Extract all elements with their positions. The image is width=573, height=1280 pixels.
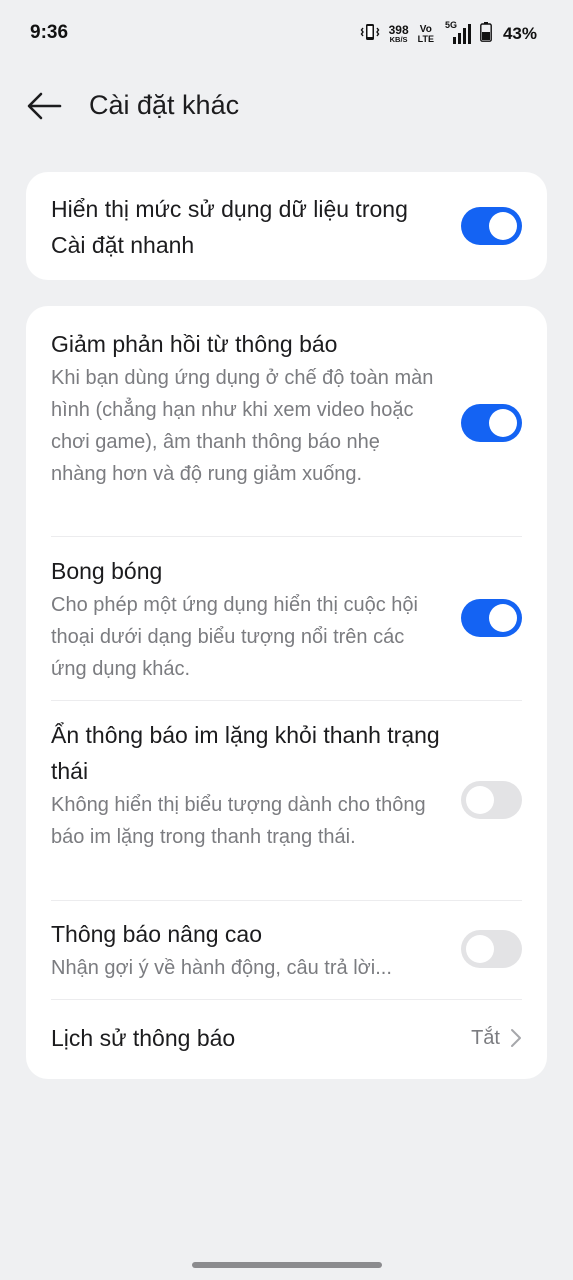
- setting-bubbles-title: Bong bóng: [51, 558, 163, 584]
- setting-bubbles[interactable]: Bong bóng Cho phép một ứng dụng hiển thị…: [51, 553, 522, 685]
- status-bar: 9:36 398 KB/S Vo LTE 5G 43%: [0, 0, 573, 68]
- divider: [51, 700, 522, 701]
- vibrate-icon: [360, 22, 380, 47]
- status-time: 9:36: [30, 22, 69, 43]
- toggle-knob: [489, 409, 517, 437]
- toggle-knob: [466, 935, 494, 963]
- volte-indicator: Vo LTE: [417, 23, 434, 44]
- quick-settings-card: Hiển thị mức sử dụng dữ liệu trong Cài đ…: [26, 172, 547, 280]
- divider: [51, 900, 522, 901]
- page-title: Cài đặt khác: [89, 90, 240, 120]
- back-button[interactable]: [22, 86, 66, 126]
- divider: [51, 999, 522, 1000]
- setting-enhanced-title: Thông báo nâng cao: [51, 921, 263, 947]
- home-indicator[interactable]: [192, 1262, 382, 1268]
- divider: [51, 536, 522, 537]
- setting-reduce-feedback[interactable]: Giảm phản hồi từ thông báo Khi bạn dùng …: [51, 326, 522, 522]
- status-icons: 398 KB/S Vo LTE 5G 43%: [360, 20, 537, 48]
- enhanced-toggle[interactable]: [461, 930, 522, 968]
- header: Cài đặt khác: [0, 76, 573, 138]
- history-value: Tắt: [471, 1026, 500, 1049]
- chevron-right-icon: [511, 1029, 521, 1047]
- bubbles-toggle[interactable]: [461, 599, 522, 637]
- setting-hide-silent-title: Ẩn thông báo im lặng khỏi thanh trạng th…: [51, 722, 440, 784]
- setting-history-title: Lịch sử thông báo: [51, 1025, 236, 1051]
- setting-hide-silent-desc: Không hiển thị biểu tượng dành cho thông…: [51, 794, 426, 848]
- data-usage-toggle[interactable]: [461, 207, 522, 245]
- reduce-feedback-toggle[interactable]: [461, 404, 522, 442]
- hide-silent-toggle[interactable]: [461, 781, 522, 819]
- toggle-knob: [489, 604, 517, 632]
- net-speed: 398 KB/S: [388, 23, 409, 45]
- setting-reduce-feedback-desc: Khi bạn dùng ứng dụng ở chế độ toàn màn …: [51, 367, 434, 485]
- setting-hide-silent[interactable]: Ẩn thông báo im lặng khỏi thanh trạng th…: [51, 717, 522, 885]
- setting-enhanced-desc: Nhận gợi ý về hành động, câu trả lời...: [51, 957, 392, 979]
- setting-data-usage[interactable]: Hiển thị mức sử dụng dữ liệu trong Cài đ…: [51, 191, 522, 263]
- network-type: 5G: [444, 20, 457, 30]
- setting-data-usage-title: Hiển thị mức sử dụng dữ liệu trong Cài đ…: [51, 196, 408, 258]
- setting-bubbles-desc: Cho phép một ứng dụng hiển thị cuộc hội …: [51, 594, 418, 680]
- setting-history[interactable]: Lịch sử thông báo Tắt: [51, 1020, 522, 1056]
- history-value-wrap: Tắt: [471, 1020, 522, 1056]
- notification-settings-card: Giảm phản hồi từ thông báo Khi bạn dùng …: [26, 306, 547, 1079]
- arrow-left-icon: [27, 92, 62, 120]
- toggle-knob: [489, 212, 517, 240]
- setting-reduce-feedback-title: Giảm phản hồi từ thông báo: [51, 331, 338, 357]
- battery-icon: [480, 21, 492, 47]
- toggle-knob: [466, 786, 494, 814]
- setting-enhanced[interactable]: Thông báo nâng cao Nhận gợi ý về hành độ…: [51, 916, 522, 986]
- signal-icon: 5G: [443, 20, 471, 45]
- battery-percent: 43%: [502, 24, 537, 43]
